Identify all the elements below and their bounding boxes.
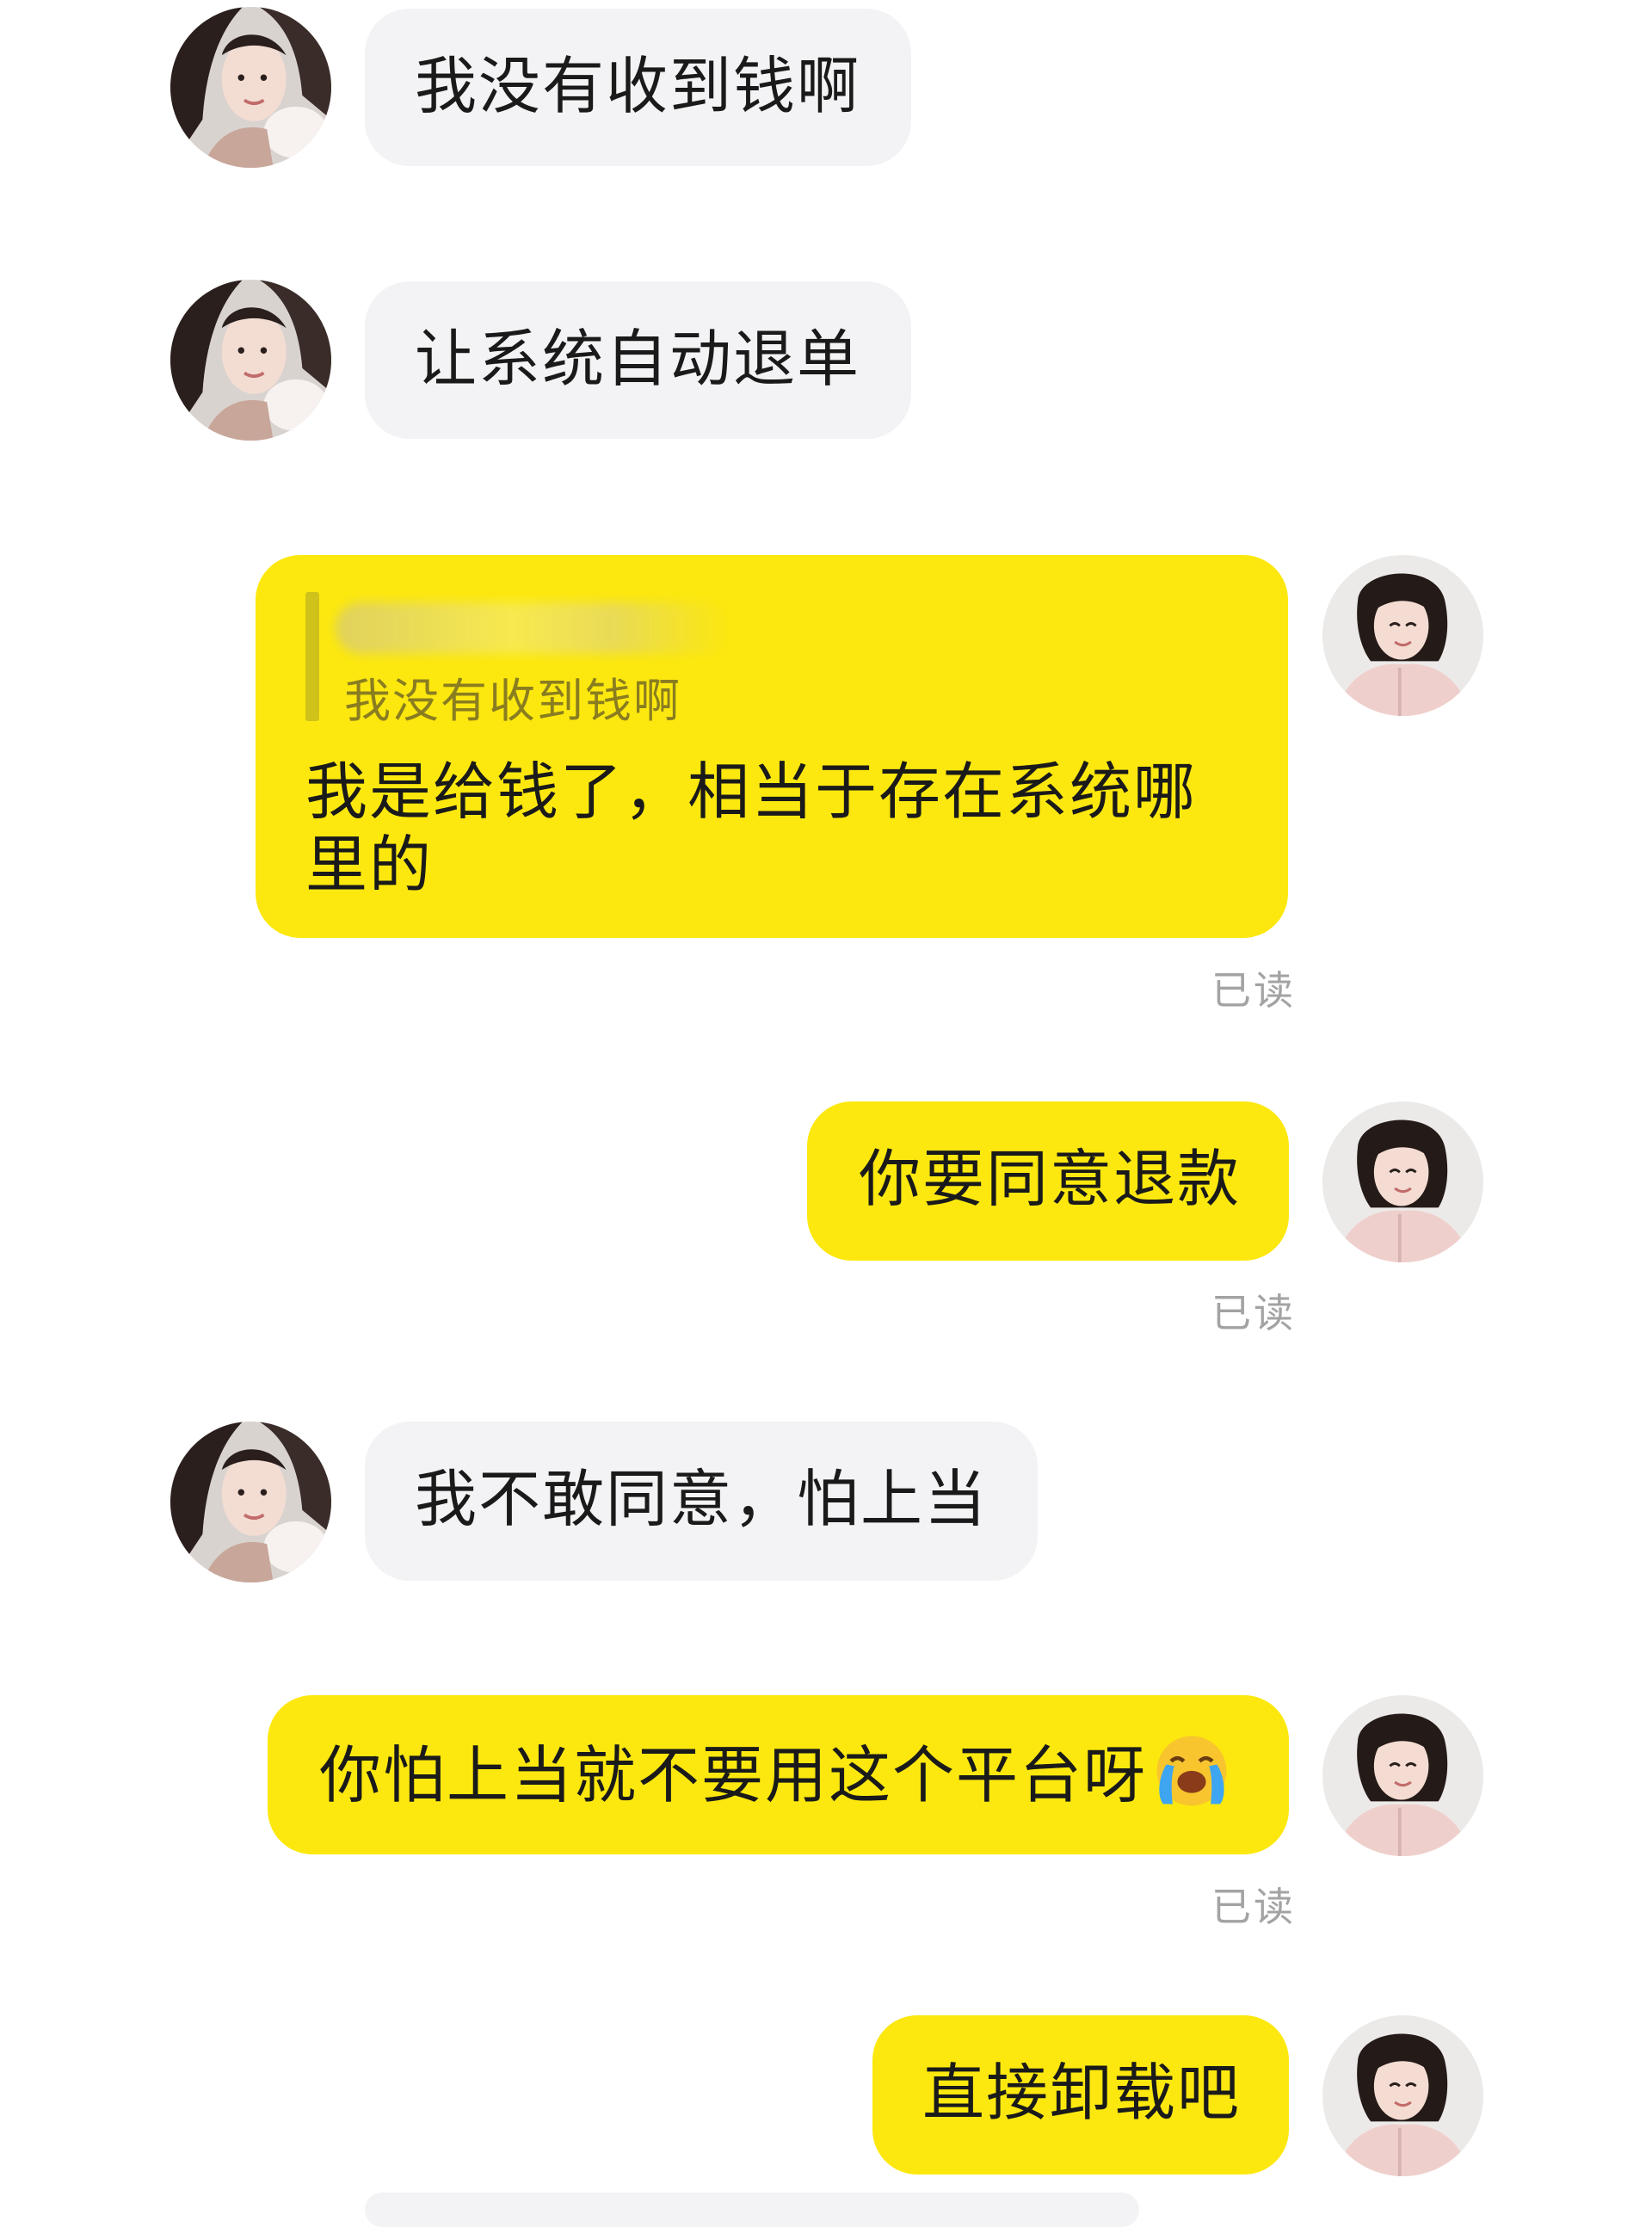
quoted-sender-name-redacted [336,602,731,654]
message-text: 直接卸载吧 [922,2057,1242,2129]
message-text: 你要同意退款 [859,1143,1242,1215]
quoted-message-text: 我没有收到钱啊 [344,674,681,728]
message-text: 里的 [305,829,434,901]
quote-bar [305,592,319,721]
contact-avatar[interactable] [170,280,331,441]
contact-avatar[interactable] [170,1422,331,1582]
outgoing-message-bubble[interactable]: 你怕上当就不要用这个平台呀 [268,1695,1289,1854]
user-avatar[interactable] [1322,1101,1483,1262]
loudly-crying-face-icon [1156,1736,1227,1806]
user-avatar[interactable] [1322,2015,1483,2176]
user-avatar[interactable] [1322,555,1483,716]
outgoing-message-bubble[interactable]: 直接卸载吧 [872,2015,1289,2175]
message-text: 我是给钱了，相当于存在系统哪 [305,756,1198,828]
incoming-message-bubble[interactable]: 我不敢同意，怕上当 [365,1422,1038,1581]
incoming-message-bubble[interactable]: 让系统自动退单 [365,281,911,439]
message-text: 让系统自动退单 [415,323,861,395]
incoming-message-bubble[interactable]: 我没有收到钱啊 [365,9,911,166]
outgoing-message-bubble[interactable]: 你要同意退款 [807,1101,1289,1261]
user-avatar[interactable] [1322,1695,1483,1856]
message-text: 我没有收到钱啊 [415,50,861,122]
read-status: 已读 [1211,967,1296,1014]
message-text: 我不敢同意，怕上当 [415,1463,989,1535]
incoming-message-bubble-partial [365,2193,1139,2227]
read-status: 已读 [1211,1884,1296,1930]
contact-avatar[interactable] [170,7,331,168]
read-status: 已读 [1211,1290,1296,1336]
message-text: 你怕上当就不要用这个平台呀 [319,1739,1148,1811]
